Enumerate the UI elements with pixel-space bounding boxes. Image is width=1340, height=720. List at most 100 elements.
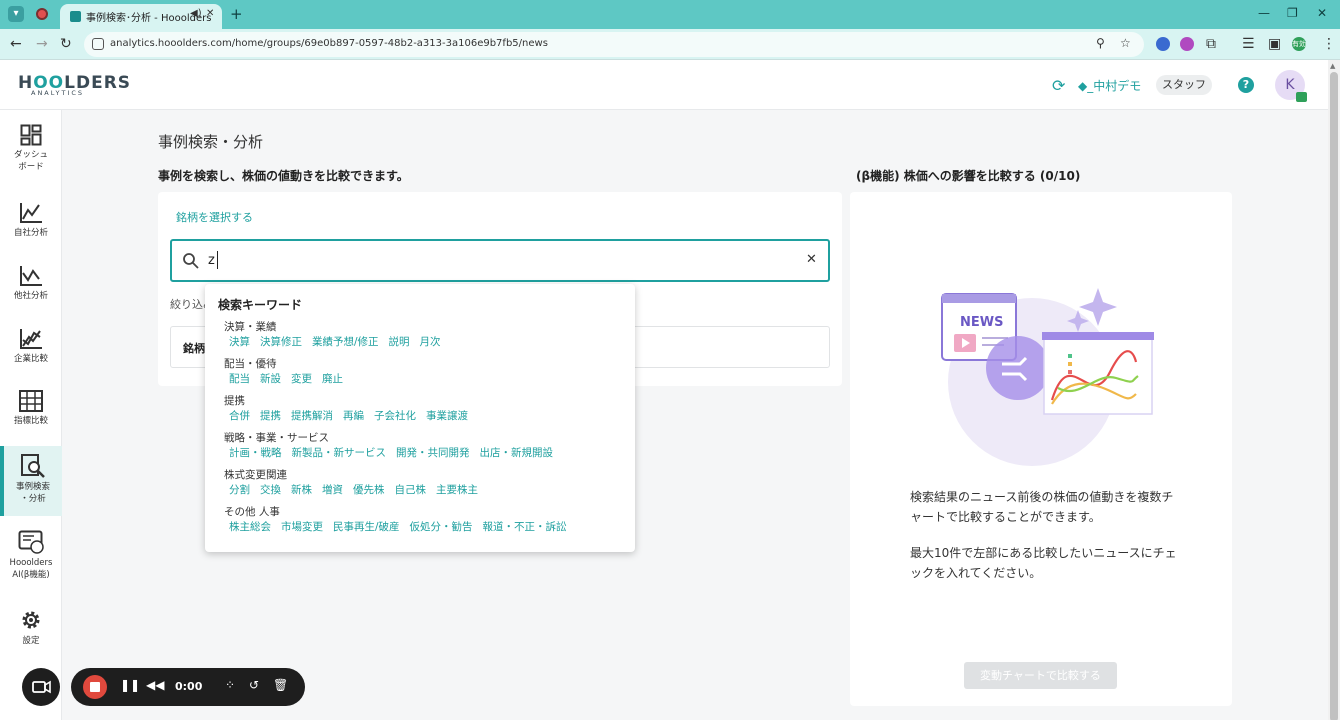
zoom-icon[interactable]: ⚲ [1096, 36, 1105, 50]
speaker-icon[interactable]: ◀) [190, 8, 202, 19]
url-field[interactable]: analytics.hooolders.com/home/groups/69e0… [84, 32, 1144, 57]
restore-icon[interactable]: ❐ [1287, 6, 1298, 20]
scroll-up-arrow-icon[interactable]: ▲ [1330, 62, 1335, 70]
extension-icon[interactable] [1156, 37, 1170, 51]
camera-toggle-button[interactable] [22, 668, 60, 706]
sync-icon[interactable]: ⟳ [1052, 76, 1065, 95]
clear-search-icon[interactable]: ✕ [806, 252, 817, 267]
dashboard-icon [20, 124, 42, 146]
search-section-heading: 事例を検索し、株価の値動きを比較できます。 [158, 169, 409, 183]
address-bar-row: ← → ↻ analytics.hooolders.com/home/group… [0, 29, 1340, 60]
sidebar-item-company-compare[interactable]: 企業比較 [0, 328, 62, 365]
sidebar-item-other-analysis[interactable]: 他社分析 [0, 265, 62, 302]
keyword-link[interactable]: 新株 [291, 482, 312, 497]
help-icon[interactable]: ? [1238, 77, 1254, 93]
sidebar-item-label: Hooolders AI(β機能) [9, 558, 53, 580]
keyword-category: 決算・業績 [224, 321, 277, 333]
logo-subtitle: ANALYTICS [31, 89, 85, 97]
keyword-link[interactable]: 新設 [260, 371, 281, 386]
sidebar-item-label: 指標比較 [13, 416, 48, 426]
keyword-link[interactable]: 新製品・新サービス [292, 445, 387, 460]
extensions-puzzle-icon[interactable]: ⧉ [1206, 36, 1216, 52]
keyword-link[interactable]: 出店・新規開設 [480, 445, 554, 460]
role-badge: スタッフ [1156, 75, 1212, 95]
keyword-link[interactable]: 廃止 [322, 371, 343, 386]
sidebar-item-metric-compare[interactable]: 指標比較 [0, 390, 62, 427]
trend-compare-icon [20, 329, 42, 349]
grid-dots-icon[interactable]: ⁘ [225, 678, 235, 692]
profile-badge-icon[interactable]: 有効 [1292, 37, 1306, 51]
window-close-icon[interactable]: ✕ [1317, 6, 1327, 20]
keyword-link[interactable]: 優先株 [353, 482, 385, 497]
keyword-link[interactable]: 主要株主 [436, 482, 478, 497]
keyword-search-input[interactable]: z ✕ [170, 239, 830, 282]
site-settings-icon[interactable] [92, 38, 104, 50]
keyword-link[interactable]: 提携 [260, 408, 281, 423]
select-stock-link[interactable]: 銘柄を選択する [176, 209, 253, 225]
page-scrollbar[interactable]: ▲ [1328, 60, 1340, 720]
keyword-link[interactable]: 合併 [229, 408, 250, 423]
keyword-group: 提携 合併 提携 提携解消 再編 子会社化 事業譲渡 [224, 393, 478, 423]
keyword-link[interactable]: 分割 [229, 482, 250, 497]
keyword-link[interactable]: 報道・不正・訴訟 [483, 519, 567, 534]
dropdown-heading: 検索キーワード [218, 298, 303, 312]
text-cursor [217, 251, 218, 269]
pause-icon[interactable]: ❚❚ [120, 678, 140, 692]
sidebar-item-settings[interactable]: 設定 [0, 608, 62, 647]
minimize-icon[interactable]: — [1258, 6, 1270, 20]
keyword-link[interactable]: 開発・共同開発 [396, 445, 470, 460]
bookmark-star-icon[interactable]: ☆ [1120, 36, 1131, 50]
keyword-link[interactable]: 増資 [322, 482, 343, 497]
sidebar: ダッシュ ボード 自社分析 他社分析 企業比較 指標比較 事例検索 ・分析 Ho… [0, 110, 62, 720]
keyword-link[interactable]: 交換 [260, 482, 281, 497]
keyword-link[interactable]: 自己株 [395, 482, 427, 497]
keyword-link[interactable]: 市場変更 [281, 519, 323, 534]
keyword-link[interactable]: 説明 [389, 334, 410, 349]
keyword-link[interactable]: 民事再生/破産 [333, 519, 400, 534]
rewind-icon[interactable]: ◀◀ [146, 678, 164, 692]
sidebar-item-ai[interactable]: Hooolders AI(β機能) [0, 530, 62, 581]
restart-icon[interactable]: ↺ [249, 678, 259, 692]
keyword-group: 株式変更関連 分割 交換 新株 増資 優先株 自己株 主要株主 [224, 467, 488, 497]
browser-menu-icon[interactable]: ⋮ [1322, 36, 1336, 52]
keyword-link[interactable]: 変更 [291, 371, 312, 386]
sidebar-item-case-search[interactable]: 事例検索 ・分析 [0, 446, 62, 516]
reload-icon[interactable]: ↻ [60, 36, 72, 52]
scroll-thumb[interactable] [1330, 72, 1338, 720]
keyword-link[interactable]: 決算修正 [260, 334, 302, 349]
keyword-link[interactable]: 再編 [343, 408, 364, 423]
keyword-category: 戦略・事業・サービス [224, 432, 329, 444]
tab-search-icon[interactable]: ▾ [8, 6, 24, 22]
sidebar-item-dashboard[interactable]: ダッシュ ボード [0, 124, 62, 173]
sidebar-item-label: 自社分析 [13, 228, 48, 238]
keyword-link[interactable]: 提携解消 [291, 408, 333, 423]
delete-icon[interactable]: 🗑 [273, 678, 288, 692]
compare-chart-button[interactable]: 変動チャートで比較する [964, 662, 1117, 689]
new-tab-icon[interactable]: + [230, 5, 243, 23]
back-arrow-icon[interactable]: ← [10, 36, 22, 52]
browser-tab-active[interactable]: 事例検索･分析 - Hooolders ◀) ✕ [60, 4, 222, 29]
media-control-icon[interactable]: ☰ [1242, 36, 1255, 52]
sidebar-item-label: 企業比較 [13, 354, 48, 364]
compare-description: 検索結果のニュース前後の株価の値動きを複数チャートで比較することができます。 [910, 490, 1174, 524]
site-favicon-icon [70, 11, 81, 22]
news-chart-illustration: NEWS [941, 288, 1154, 466]
extension-icon[interactable] [1180, 37, 1194, 51]
keyword-link[interactable]: 仮処分・勧告 [410, 519, 473, 534]
keyword-link[interactable]: 株主総会 [229, 519, 271, 534]
keyword-link[interactable]: 計画・戦略 [229, 445, 282, 460]
keyword-link[interactable]: 業績予想/修正 [312, 334, 379, 349]
keyword-link[interactable]: 決算 [229, 334, 250, 349]
keyword-link[interactable]: 事業譲渡 [426, 408, 468, 423]
sidebar-item-own-analysis[interactable]: 自社分析 [0, 202, 62, 239]
user-name-link[interactable]: ◆_中村デモ [1078, 77, 1141, 94]
tab-close-icon[interactable]: ✕ [206, 8, 214, 19]
keyword-link[interactable]: 配当 [229, 371, 250, 386]
keyword-group: 戦略・事業・サービス 計画・戦略 新製品・新サービス 開発・共同開発 出店・新規開設 [224, 430, 563, 460]
keyword-link[interactable]: 子会社化 [374, 408, 416, 423]
keyword-link[interactable]: 月次 [420, 334, 441, 349]
stop-recording-button[interactable] [83, 675, 107, 699]
keyword-group: 決算・業績 決算 決算修正 業績予想/修正 説明 月次 [224, 319, 451, 349]
side-panel-icon[interactable]: ▣ [1268, 36, 1281, 52]
forward-arrow-icon[interactable]: → [36, 36, 48, 52]
